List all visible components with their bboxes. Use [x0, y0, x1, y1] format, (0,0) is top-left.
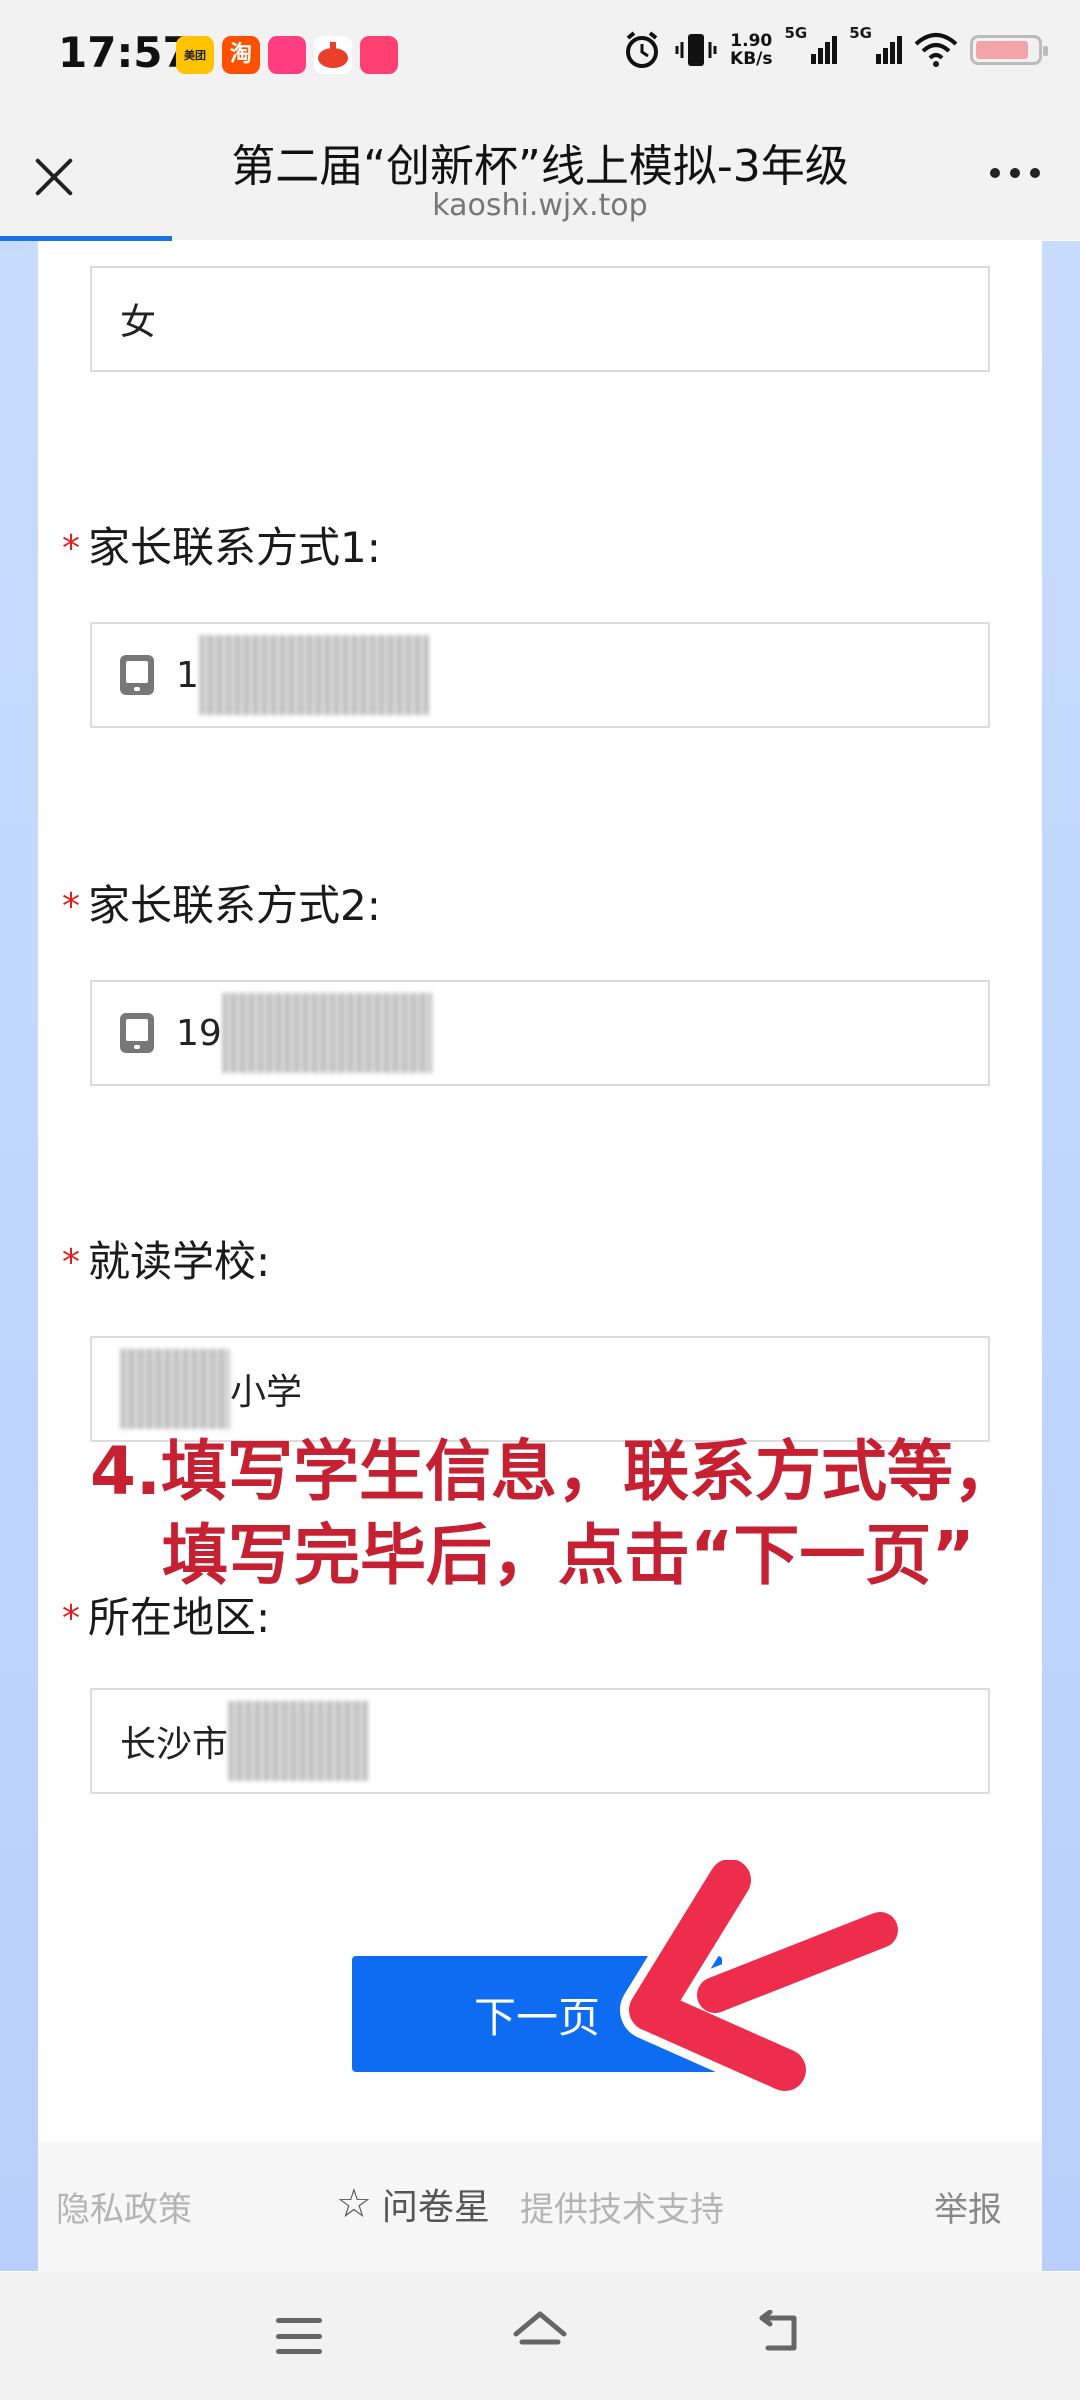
redacted-mask — [228, 1701, 369, 1781]
school-value: 小学 — [230, 1372, 303, 1413]
signal-5g-1: 5G — [785, 24, 838, 64]
survey-footer: 隐私政策 ☆ 问卷星 提供技术支持 举报 — [38, 2142, 1042, 2272]
tutorial-annotation: 4.填写学生信息，联系方式等， 填写完毕后，点击“下一页” — [90, 1430, 1050, 1598]
network-speed: 1.90 KB/s — [730, 32, 772, 68]
signal-label: 5G — [784, 24, 808, 42]
school-input[interactable]: 小学 — [90, 1336, 990, 1442]
browser-header: 第二届“创新杯”线上模拟-3年级 kaoshi.wjx.top — [0, 110, 1080, 240]
tech-support-text: 提供技术支持 — [520, 2190, 724, 2230]
meituan-icon: 美团 — [176, 36, 214, 74]
question-label: 所在地区: — [88, 1593, 271, 1642]
page-title: 第二届“创新杯”线上模拟-3年级 — [231, 141, 849, 192]
status-indicators: 1.90 KB/s 5G 5G — [622, 24, 1048, 70]
redacted-mask — [221, 993, 432, 1073]
notification-app-icons: 美团 淘 — [176, 36, 398, 74]
gender-value: 女 — [120, 302, 157, 343]
signal-label: 5G — [849, 24, 872, 42]
arrow-annotation-icon — [620, 1860, 906, 2100]
brand-name: 问卷星 — [381, 2187, 490, 2228]
parent-contact-1-input[interactable]: 1 — [90, 622, 990, 728]
phone-icon — [120, 655, 154, 695]
taobao-icon: 淘 — [222, 36, 260, 74]
net-speed-value: 1.90 — [730, 31, 773, 51]
required-mark: * — [62, 1598, 80, 1639]
home-icon[interactable] — [510, 2308, 570, 2358]
net-speed-unit: KB/s — [730, 49, 773, 69]
question-parent-contact-1: * 家长联系方式1: — [62, 514, 381, 575]
battery-icon — [970, 35, 1048, 65]
phone-icon — [120, 1013, 154, 1053]
status-bar: 17:57 美团 淘 1.90 KB/s 5G 5G — [0, 0, 1080, 110]
report-link[interactable]: 举报 — [934, 2182, 1002, 2231]
page-url: kaoshi.wjx.top — [432, 188, 648, 223]
question-label: 就读学校: — [88, 1237, 271, 1286]
back-icon[interactable] — [754, 2310, 804, 2356]
status-time: 17:57 — [58, 28, 192, 77]
question-parent-contact-2: * 家长联系方式2: — [62, 872, 381, 933]
wifi-icon — [914, 33, 958, 67]
redacted-mask — [120, 1349, 230, 1429]
vibrate-icon — [675, 34, 717, 66]
page-background-right — [1042, 241, 1080, 2271]
question-label: 家长联系方式1: — [88, 523, 381, 572]
parent-contact-2-value: 19 — [176, 1012, 222, 1054]
gender-field[interactable]: 女 — [90, 266, 990, 372]
app-icon — [268, 36, 306, 74]
question-school: * 就读学校: — [62, 1228, 270, 1289]
required-mark: * — [62, 1242, 80, 1283]
privacy-policy-link[interactable]: 隐私政策 — [56, 2182, 192, 2231]
menu-icon[interactable] — [276, 2318, 322, 2354]
page-background-left — [0, 241, 38, 2271]
region-input[interactable]: 长沙市 — [90, 1688, 990, 1794]
system-nav-bar — [0, 2272, 1080, 2400]
signal-5g-2: 5G — [849, 24, 902, 64]
star-icon: ☆ — [336, 2181, 372, 2227]
question-label: 家长联系方式2: — [88, 881, 381, 930]
region-value: 长沙市 — [120, 1724, 229, 1765]
alarm-icon — [626, 31, 659, 68]
required-mark: * — [62, 528, 80, 569]
question-region: * 所在地区: — [62, 1584, 270, 1645]
more-menu-icon[interactable] — [990, 168, 1040, 178]
app-icon — [314, 36, 352, 74]
annotation-line-1: 4.填写学生信息，联系方式等， — [90, 1433, 1019, 1510]
app-icon — [360, 36, 398, 74]
required-mark: * — [62, 886, 80, 927]
close-icon[interactable] — [30, 152, 78, 200]
wjx-brand-link[interactable]: ☆ 问卷星 — [336, 2178, 490, 2230]
parent-contact-1-value: 1 — [176, 654, 199, 696]
redacted-mask — [198, 635, 429, 715]
parent-contact-2-input[interactable]: 19 — [90, 980, 990, 1086]
